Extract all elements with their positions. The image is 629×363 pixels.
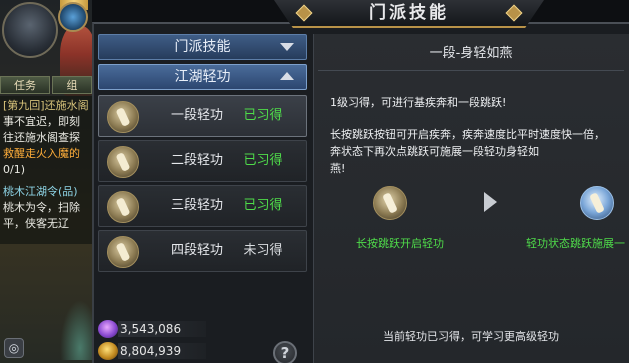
skill-requirement: 1级习得，可进行基疾奔和一段跳跃! bbox=[330, 96, 507, 109]
quest-line[interactable]: 救醒走火入魔的 bbox=[3, 146, 90, 162]
skill-row-4[interactable]: 四段轻功 未习得 bbox=[98, 230, 307, 272]
gem-icon bbox=[98, 320, 118, 338]
lightness-skill-icon bbox=[107, 101, 139, 133]
skill-name: 三段轻功 bbox=[170, 198, 223, 213]
quest-line: 0/1) bbox=[3, 163, 25, 176]
quest-line: 平，侠客无辽 bbox=[3, 217, 69, 230]
category-label: 门派技能 bbox=[174, 39, 231, 55]
skill-row-3[interactable]: 三段轻功 已习得 bbox=[98, 185, 307, 227]
currency-value: 3,543,086 bbox=[118, 321, 206, 337]
jump-skill-icon bbox=[580, 186, 614, 220]
category-lightness-skills[interactable]: 江湖轻功 bbox=[98, 64, 307, 90]
quest-tabs: 任务 组 bbox=[0, 76, 92, 94]
quest-line[interactable]: 桃木江湖令(品) bbox=[3, 184, 90, 200]
tab-team[interactable]: 组 bbox=[52, 76, 92, 94]
description-line: 长按跳跃按钮可开启疾奔，疾奔速度比平时速度快一倍， bbox=[330, 128, 605, 141]
quest-line: 往还施水阁查探 bbox=[3, 131, 80, 144]
skill-row-1[interactable]: 一段轻功 已习得 bbox=[98, 95, 307, 137]
skill-description: 长按跳跃按钮可开启疾奔，疾奔速度比平时速度快一倍， 奔状态下再次点跳跃可施展一段… bbox=[330, 126, 622, 177]
skill-row-2[interactable]: 二段轻功 已习得 bbox=[98, 140, 307, 182]
step-caption: 长按跳跃开启轻功 bbox=[356, 237, 444, 250]
panel-title: 门派技能 bbox=[369, 3, 449, 23]
lightness-skill-icon bbox=[107, 236, 139, 268]
quest-line: 事不宜迟，即刻 bbox=[3, 115, 80, 128]
tab-quest[interactable]: 任务 bbox=[0, 76, 50, 94]
quest-line: 桃木为令，扫除 bbox=[3, 201, 80, 214]
camera-icon[interactable]: ◎ bbox=[4, 338, 24, 358]
skill-status: 已习得 bbox=[243, 108, 283, 123]
category-label: 江湖轻功 bbox=[174, 69, 231, 85]
gold-coin-icon bbox=[98, 342, 118, 360]
category-sect-skills[interactable]: 门派技能 bbox=[98, 34, 307, 60]
quest-tracker[interactable]: [第九回]还施水阁 事不宜迟，即刻 往还施水阁查探 救醒走火入魔的 0/1) 桃… bbox=[0, 96, 92, 244]
description-line: 燕! bbox=[330, 162, 346, 175]
arrow-right-icon bbox=[484, 192, 497, 212]
skill-list: 门派技能 江湖轻功 一段轻功 已习得 二段轻功 已习得 三段轻功 已习得 四段轻… bbox=[98, 34, 308, 290]
skill-status: 已习得 bbox=[243, 153, 283, 168]
buff-orb-icon[interactable] bbox=[58, 2, 88, 32]
chevron-up-icon bbox=[280, 72, 294, 80]
skill-name: 二段轻功 bbox=[170, 153, 223, 168]
currency-value: 8,804,939 bbox=[118, 343, 206, 359]
skill-status: 已习得 bbox=[243, 198, 283, 213]
skill-footer-note: 当前轻功已习得，可学习更高级轻功 bbox=[383, 330, 559, 343]
step-caption: 轻功状态跳跃施展一 bbox=[526, 237, 625, 250]
lightness-skill-icon bbox=[107, 191, 139, 223]
divider bbox=[318, 70, 624, 71]
dash-skill-icon bbox=[373, 186, 407, 220]
skill-detail-title: 一段-身轻如燕 bbox=[429, 46, 513, 61]
skill-status: 未习得 bbox=[243, 243, 283, 258]
player-portrait[interactable] bbox=[2, 2, 58, 58]
help-button[interactable]: ? bbox=[273, 341, 297, 363]
description-line: 奔状态下再次点跳跃可施展一段轻功身轻如 bbox=[330, 145, 539, 158]
quest-line[interactable]: [第九回]还施水阁 bbox=[3, 98, 90, 114]
lightness-skill-icon bbox=[107, 146, 139, 178]
chevron-down-icon bbox=[280, 43, 294, 51]
skill-name: 一段轻功 bbox=[170, 108, 223, 123]
skill-name: 四段轻功 bbox=[170, 243, 223, 258]
